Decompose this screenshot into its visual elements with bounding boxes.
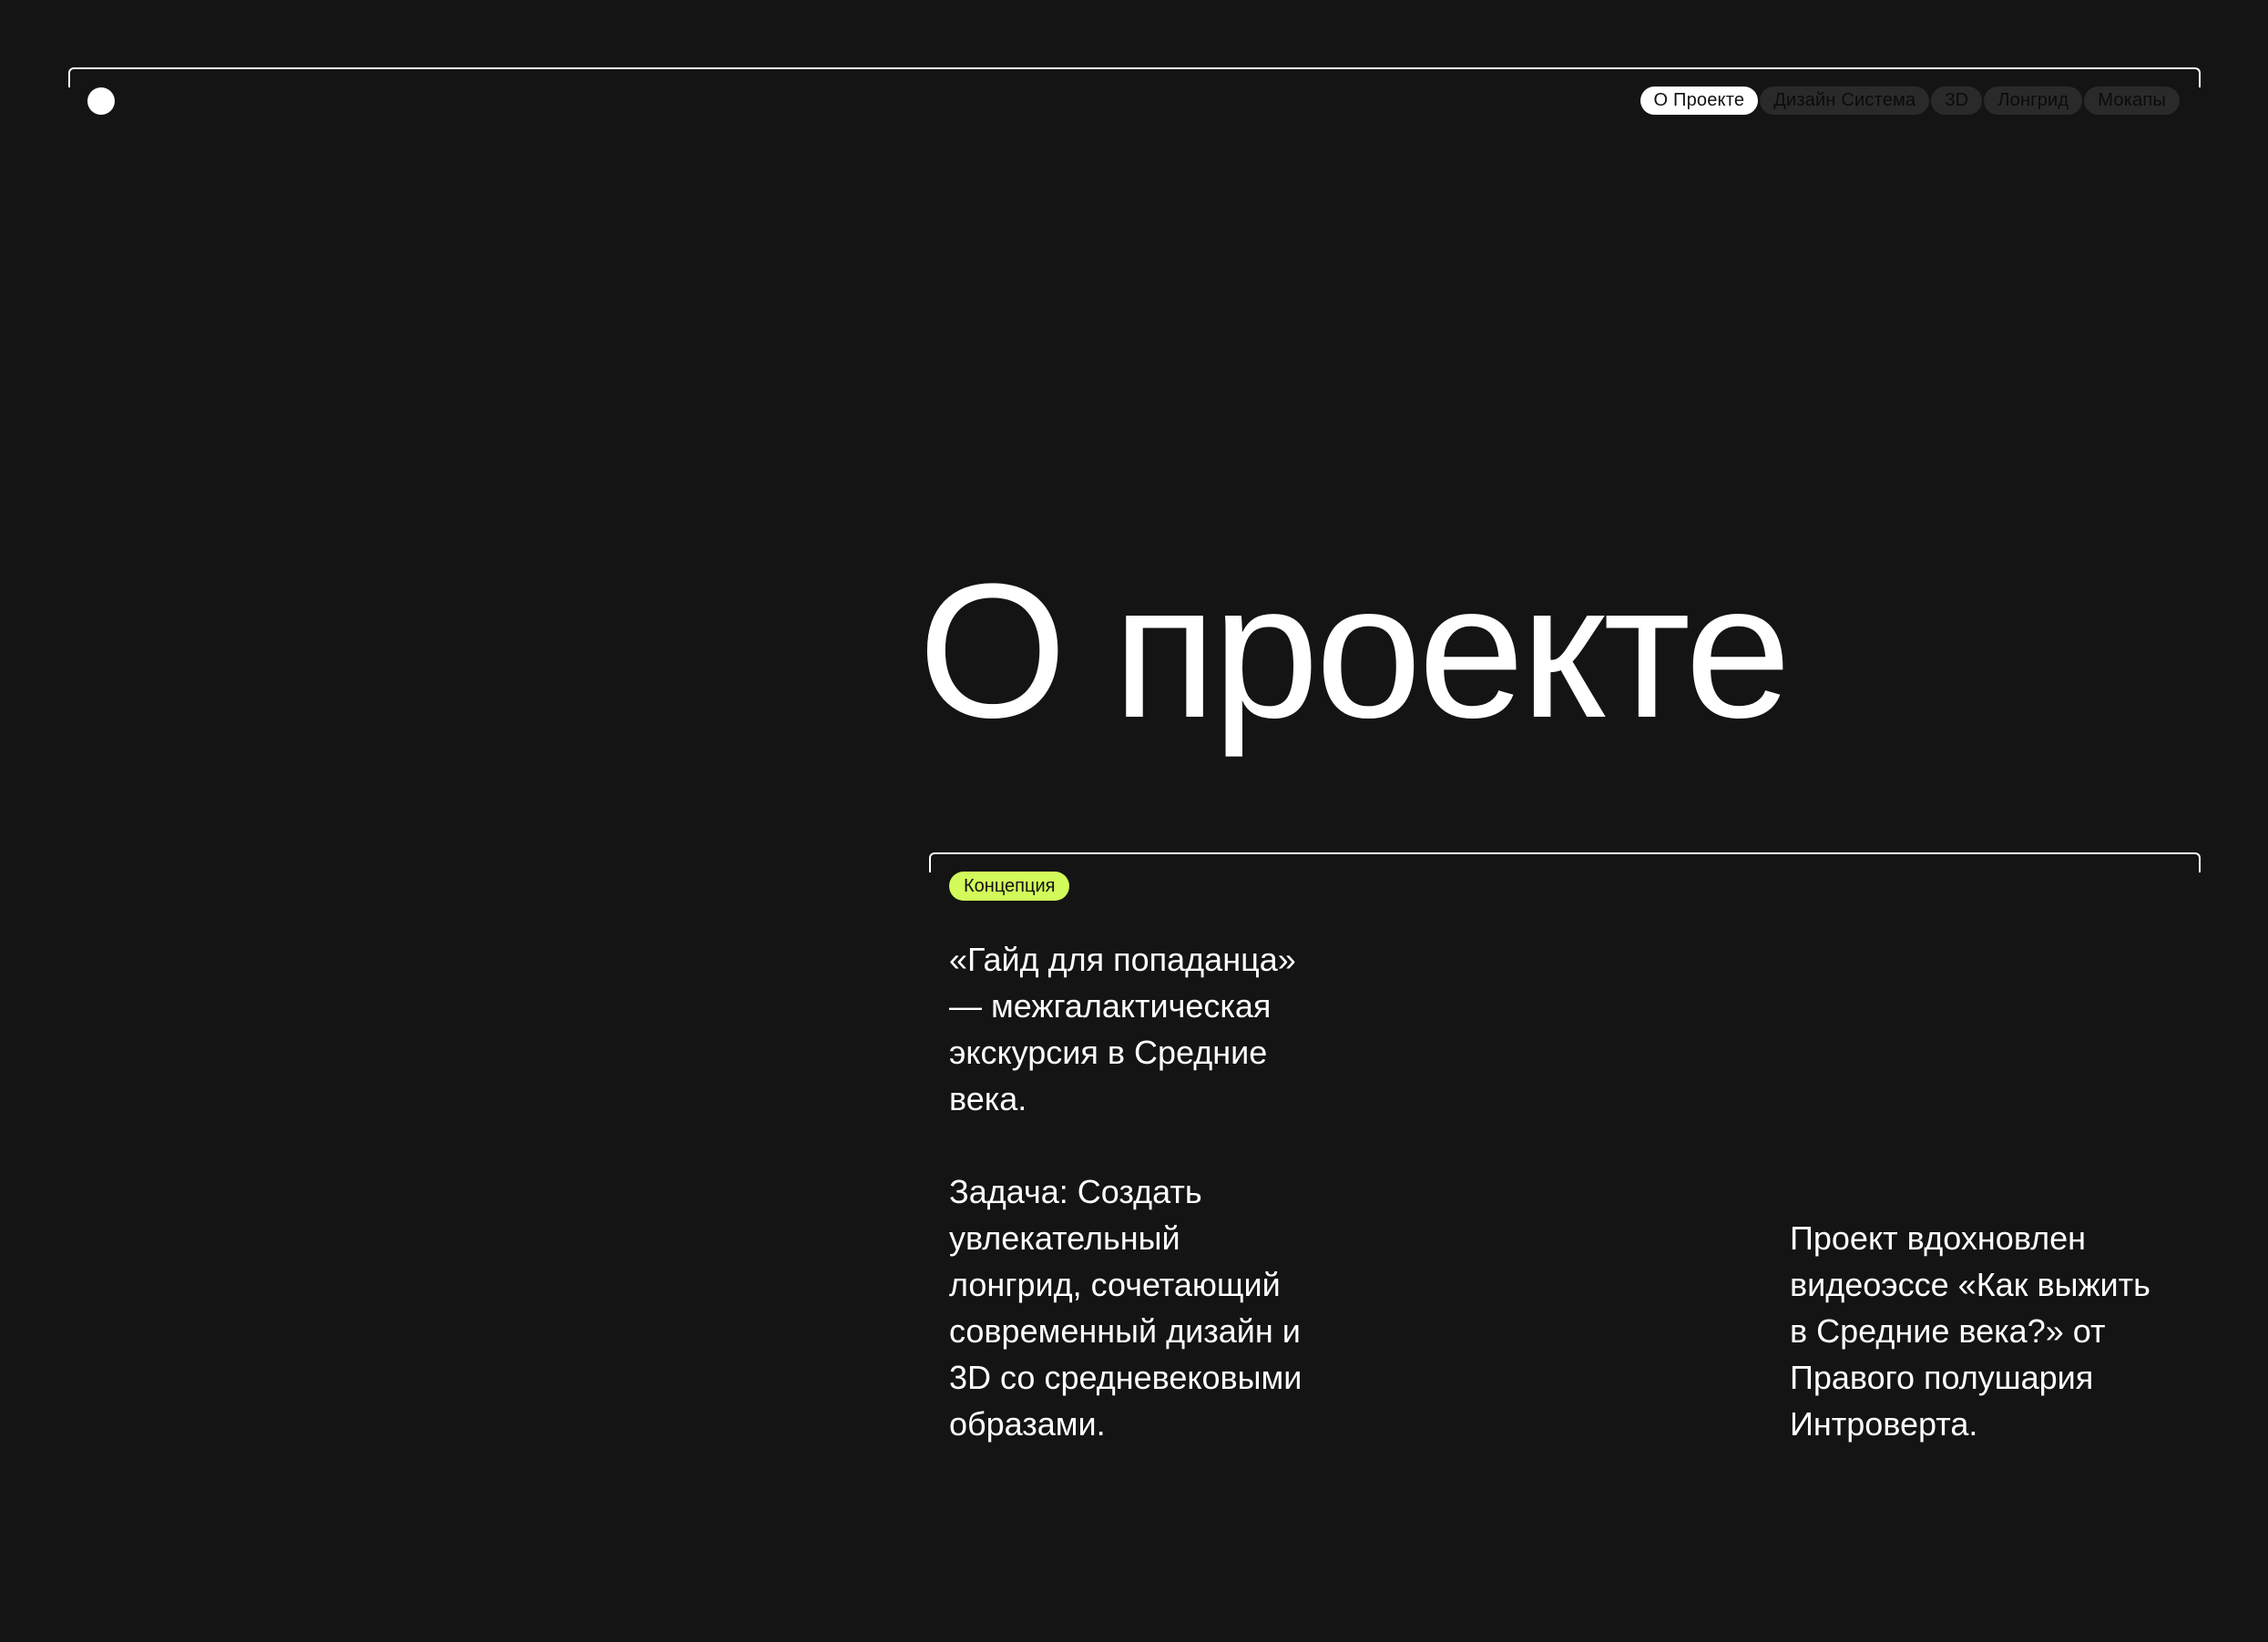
nav-item-mockups[interactable]: Мокапы (2084, 87, 2180, 115)
nav-item-3d[interactable]: 3D (1931, 87, 1983, 115)
page: О Проекте Дизайн Система 3D Лонгрид Мока… (0, 0, 2268, 1642)
header-frame (68, 67, 2201, 87)
concept-section-frame (929, 852, 2201, 872)
nav-item-design-system[interactable]: Дизайн Система (1760, 87, 1930, 115)
top-navigation: О Проекте Дизайн Система 3D Лонгрид Мока… (1640, 87, 2180, 115)
nav-item-about[interactable]: О Проекте (1640, 87, 1759, 115)
concept-description: «Гайд для попаданца» — межгалактическая … (949, 941, 1303, 1443)
inspiration-note: Проект вдохновлен видеоэссе «Как выжить … (1790, 1219, 2151, 1443)
page-title: О проекте (918, 544, 1792, 758)
concept-tag: Концепция (949, 872, 1070, 901)
logo-dot[interactable] (87, 87, 115, 115)
nav-item-longread[interactable]: Лонгрид (1984, 87, 2083, 115)
